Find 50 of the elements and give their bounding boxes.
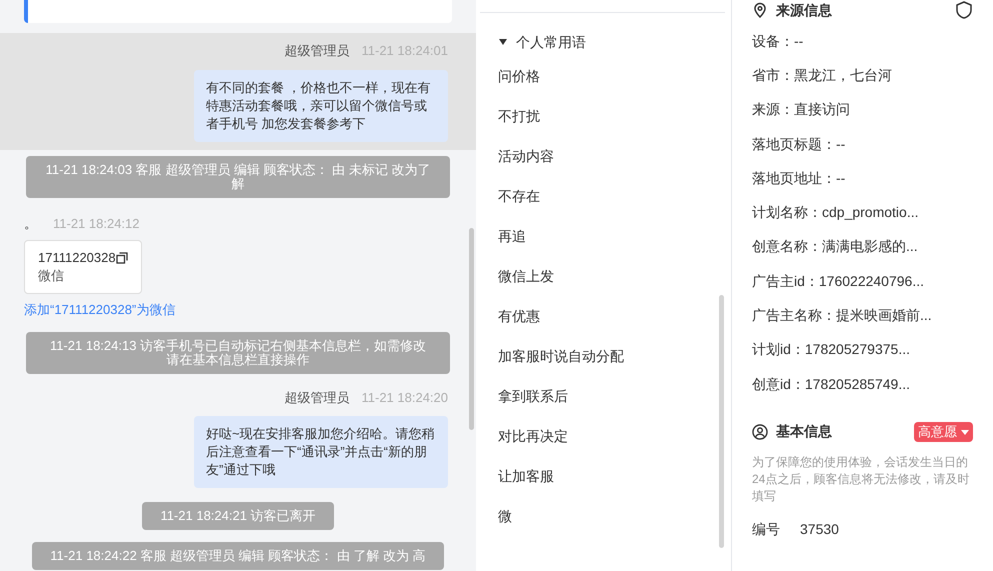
quick-reply-item[interactable]: 再追	[498, 216, 526, 256]
card-label: 微信	[38, 267, 65, 285]
caret-icon	[961, 428, 969, 436]
quick-reply-item[interactable]: 问价格	[498, 56, 540, 96]
info-field: 创意id：178205285749...	[752, 366, 973, 402]
system-message: 11-21 18:24:21 访客已离开	[142, 502, 334, 530]
field-label: 编号	[752, 520, 781, 540]
quick-reply-item[interactable]: 加客服时说自动分配	[498, 336, 624, 376]
message-text: 。	[24, 214, 37, 232]
message-time: 11-21 18:24:12	[53, 214, 140, 232]
system-message: 11-21 18:24:03 客服 超级管理员 编辑 顾客状态： 由 未标记 改为了解	[26, 156, 450, 198]
quick-reply-item[interactable]: 不存在	[498, 176, 540, 216]
phone-number: 17111220328	[38, 249, 116, 267]
quick-reply-item[interactable]: 微	[498, 496, 512, 536]
system-message: 11-21 18:24:22 客服 超级管理员 编辑 顾客状态： 由 了解 改为 高	[32, 542, 444, 570]
system-message: 11-21 18:24:13 访客手机号已自动标记右侧基本信息栏，如需修改请在基本信息栏直接操作	[26, 332, 450, 374]
scrollbar[interactable]	[469, 228, 474, 430]
notice-text: 为了保障您的使用体验，会话发生当日的24点之后，顾客信息将无法修改，请及时填写	[752, 454, 970, 506]
section-title: 来源信息	[776, 0, 832, 20]
info-field: 计划id：178205279375...	[752, 332, 973, 367]
sender-name: 超级管理员	[284, 42, 350, 60]
collapse-caret-icon[interactable]	[498, 37, 508, 47]
message-bubble: 有不同的套餐 ，价格也不一样，现在有特惠活动套餐哦，亲可以留个微信号或者手机号 加您发套餐参考下	[194, 70, 448, 142]
info-field: 来源：直接访问	[752, 92, 973, 127]
quick-reply-item[interactable]: 有优惠	[498, 296, 540, 336]
info-field: 落地页地址：--	[752, 161, 973, 196]
quick-reply-item[interactable]: 对比再决定	[498, 416, 568, 456]
location-pin-icon	[752, 2, 768, 18]
section-title: 基本信息	[776, 422, 832, 442]
info-field: 设备：--	[752, 24, 973, 58]
info-field: 创意名称：满满电影感的...	[752, 230, 973, 264]
field-value: 37530	[800, 520, 839, 540]
shield-icon[interactable]	[955, 1, 973, 19]
message-bubble: 好哒~现在安排客服加您介绍哈。请您稍后注意查看一下“通讯录”并点击“新的朋友”通过下哦	[194, 416, 448, 488]
quick-reply-item[interactable]: 拿到联系后	[498, 376, 568, 416]
quick-reply-item[interactable]: 活动内容	[498, 136, 554, 176]
message-time: 11-21 18:24:20	[362, 388, 448, 406]
scrollbar[interactable]	[719, 295, 724, 548]
quick-reply-item[interactable]: 微信上发	[498, 256, 554, 296]
user-icon	[752, 424, 768, 440]
group-title[interactable]: 个人常用语	[516, 32, 586, 52]
info-field: 省市：黑龙江，七台河	[752, 58, 973, 93]
copy-icon[interactable]	[116, 252, 128, 264]
info-field: 计划名称：cdp_promotio...	[752, 195, 973, 230]
info-field: 落地页标题：--	[752, 126, 973, 162]
info-field: 广告主id：176022240796...	[752, 264, 973, 298]
quick-reply-item[interactable]: 不打扰	[498, 96, 540, 136]
info-field: 广告主名称：提米映画婚前...	[752, 298, 973, 333]
sender-name: 超级管理员	[284, 388, 350, 406]
quick-reply-item[interactable]: 让加客服	[498, 456, 554, 496]
